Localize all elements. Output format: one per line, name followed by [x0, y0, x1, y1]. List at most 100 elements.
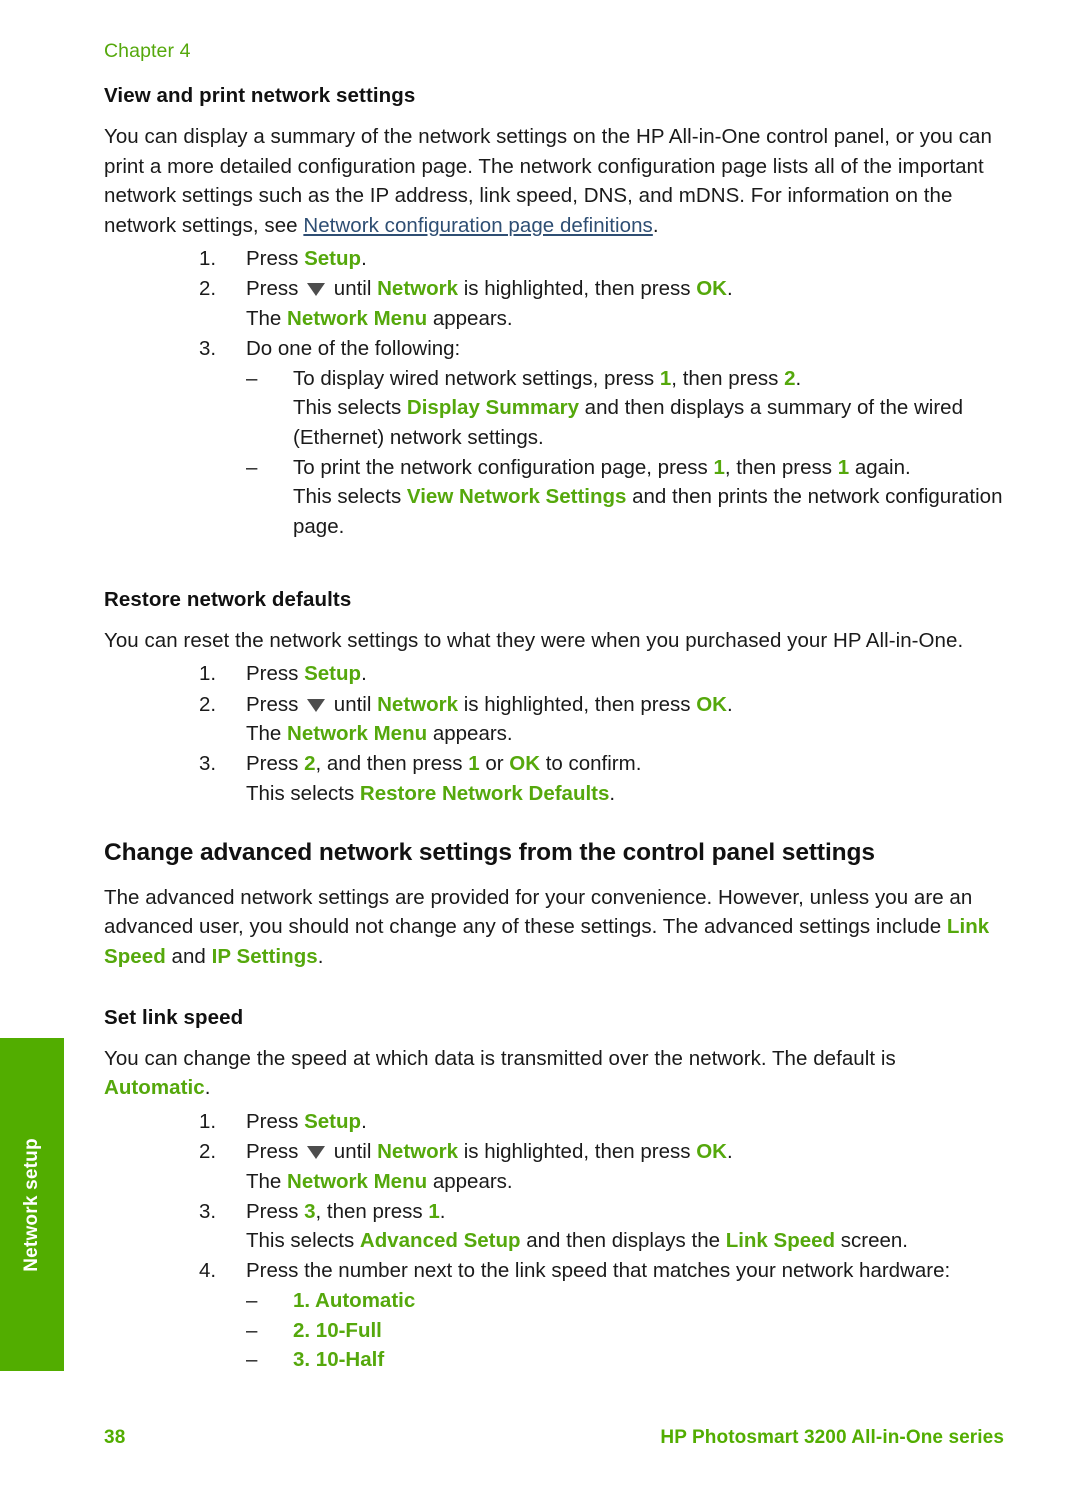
intro-text-part2: . [204, 1076, 211, 1100]
step-text-a: Press [246, 752, 305, 776]
step-text-c: is highlighted, then press [458, 277, 697, 301]
ui-term-automatic: Automatic [104, 1076, 205, 1100]
ui-term-ok: OK [696, 692, 727, 716]
ui-term-network: Network [377, 277, 458, 301]
cont-text-a: This selects [293, 396, 407, 420]
dash-bullet: – [246, 366, 258, 390]
page-footer: 38 HP Photosmart 3200 All-in-One series [104, 1427, 1004, 1449]
list-item: – 2. 10-Full [246, 1316, 1004, 1346]
step-continuation-line: The Network Menu appears. [246, 304, 1004, 334]
cont-text-b: appears. [427, 722, 513, 746]
step-text-a: Press [246, 1109, 305, 1133]
footer-product-name: HP Photosmart 3200 All-in-One series [660, 1427, 1004, 1448]
step-number: 3. [199, 1199, 217, 1223]
ui-term-ok: OK [509, 752, 541, 776]
list-item: – 1. Automatic [246, 1286, 1004, 1316]
ui-key-1: 1 [659, 366, 672, 390]
heading-restore-network-defaults: Restore network defaults [104, 587, 352, 611]
step-item: 1. Press Setup. [199, 1107, 1004, 1137]
ui-key-1-again: 1 [837, 455, 850, 479]
intro-text-part2: . [652, 213, 659, 237]
dash-bullet: – [246, 455, 258, 479]
link-speed-option-10-full: 2. 10-Full [293, 1318, 382, 1342]
step-item: 2. Press until Network is highlighted, t… [199, 1137, 1004, 1196]
step-text-b: . [361, 247, 367, 271]
intro-text-part3: . [317, 945, 324, 969]
paragraph-change-advanced-intro: The advanced network settings are provid… [104, 883, 1004, 972]
ui-term-network: Network [377, 692, 458, 716]
cont-text-a: This selects [293, 485, 407, 509]
paragraph-view-and-print-intro: You can display a summary of the network… [104, 122, 1004, 240]
cont-text-b: appears. [427, 1169, 513, 1193]
side-tab-label: Network setup [21, 1137, 42, 1272]
down-arrow-icon [307, 698, 326, 712]
step-text-a: Press [246, 1199, 305, 1223]
steps-set-link-speed: 1. Press Setup. 2. Press until Network i… [199, 1107, 1004, 1375]
ui-term-setup: Setup [304, 662, 362, 686]
ui-term-ok: OK [696, 1139, 727, 1163]
ui-term-ok: OK [696, 277, 727, 301]
step-number: 2. [199, 692, 217, 716]
step-item: 1. Press Setup. [199, 244, 1004, 274]
ui-key-3: 3 [304, 1199, 316, 1223]
document-page: Chapter 4 Network setup View and print n… [0, 0, 1080, 1495]
step-text-c: or [479, 752, 510, 776]
cont-text-b: and then displays the [520, 1229, 726, 1253]
step-text-b: until [328, 692, 378, 716]
step-item: 3. Press 2, and then press 1 or OK to co… [199, 749, 1004, 808]
xref-network-configuration-page-definitions[interactable]: Network configuration page definitions [303, 214, 652, 237]
list-item: – To print the network configuration pag… [246, 453, 1004, 542]
step-number: 3. [199, 337, 217, 361]
step-number: 2. [199, 1139, 217, 1163]
bullet-text-a: To print the network configuration page,… [293, 455, 714, 479]
heading-view-and-print: View and print network settings [104, 84, 416, 107]
page-content: View and print network settings You can … [104, 84, 1004, 1375]
ui-term-display-summary: Display Summary [406, 396, 579, 420]
heading-set-link-speed: Set link speed [104, 1005, 244, 1029]
bullet-continuation-line: This selects Display Summary and then di… [293, 393, 1004, 452]
step-continuation-line: The Network Menu appears. [246, 719, 1004, 749]
step-item: 2. Press until Network is highlighted, t… [199, 690, 1004, 749]
cont-text-a: This selects [246, 1229, 360, 1253]
cont-text-b: appears. [427, 307, 513, 331]
bullet-text-a: To display wired network settings, press [293, 366, 660, 390]
ui-term-network: Network [377, 1139, 458, 1163]
ui-term-network-menu: Network Menu [287, 722, 428, 746]
bullet-text-c: . [795, 366, 802, 390]
ui-key-2: 2 [784, 366, 796, 390]
ui-term-network-menu: Network Menu [287, 307, 428, 331]
ui-term-setup: Setup [304, 247, 362, 271]
step-text-c: . [439, 1199, 446, 1223]
side-thumb-tab: Network setup [0, 1038, 64, 1371]
step-text-b: , then press [315, 1199, 429, 1223]
step-text: Press the number next to the link speed … [246, 1259, 951, 1283]
step-number: 1. [199, 1109, 217, 1133]
bullet-text-b: , then press [724, 455, 838, 479]
intro-text-part2: and [165, 945, 212, 969]
step-text-d: . [726, 1139, 733, 1163]
step-item: 2. Press until Network is highlighted, t… [199, 274, 1004, 333]
ui-term-setup: Setup [304, 1109, 362, 1133]
ui-term-network-menu: Network Menu [287, 1169, 428, 1193]
step-number: 1. [199, 662, 217, 686]
cont-text-a: The [246, 1169, 288, 1193]
list-item: – To display wired network settings, pre… [246, 364, 1004, 453]
ui-term-advanced-setup: Advanced Setup [359, 1229, 521, 1253]
step-text-b: . [361, 662, 367, 686]
paragraph-set-link-speed-intro: You can change the speed at which data i… [104, 1044, 1004, 1103]
ui-term-ip-settings: IP Settings [211, 945, 318, 969]
step-text-d: . [726, 277, 733, 301]
bullet-continuation-line: This selects View Network Settings and t… [293, 482, 1004, 541]
step-text-a: Press [246, 277, 305, 301]
step-text-b: , and then press [315, 752, 469, 776]
step-item: 3. Press 3, then press 1. This selects A… [199, 1197, 1004, 1256]
step-item: 3. Do one of the following: – To display… [199, 334, 1004, 541]
intro-text-part1: The advanced network settings are provid… [104, 885, 973, 939]
step-number: 4. [199, 1259, 217, 1283]
step-text-a: Press [246, 247, 305, 271]
list-item: – 3. 10-Half [246, 1345, 1004, 1375]
steps-restore-defaults: 1. Press Setup. 2. Press until Network i… [199, 659, 1004, 808]
